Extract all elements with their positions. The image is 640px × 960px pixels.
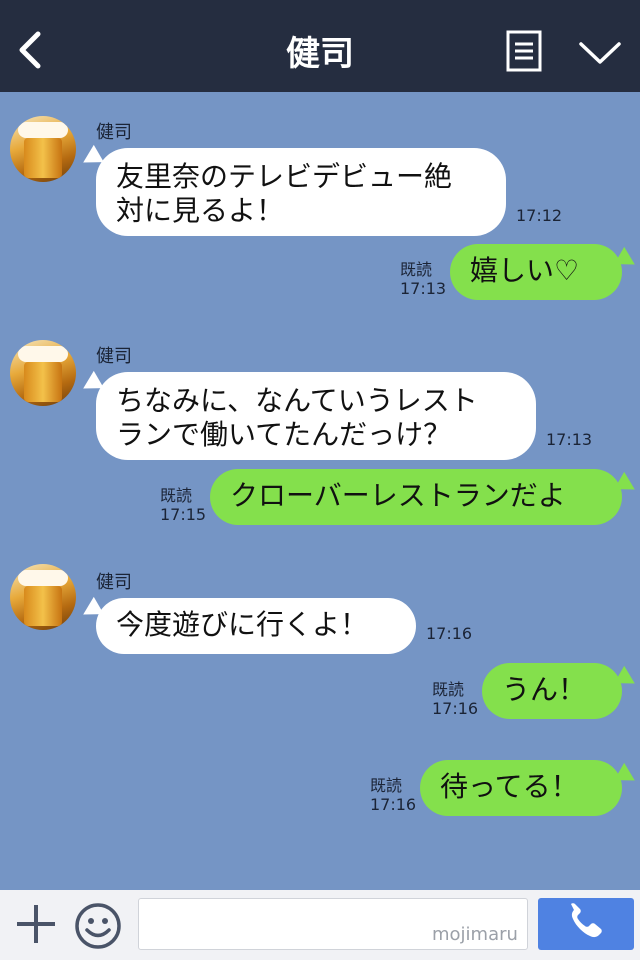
sender-name: 健司 [96,346,132,367]
sender-name: 健司 [96,122,132,143]
message-text: 対に見るよ！ [116,194,285,227]
message-text: うん！ [502,673,587,706]
message-bubble-incoming[interactable]: 今度遊びに行くよ！ [96,598,416,654]
message-time: 17:16 [432,699,479,718]
message-text: ちなみに、なんていうレスト [116,384,478,417]
read-label: 既読 [160,486,193,505]
message-time: 17:16 [370,795,417,814]
message-text: 今度遊びに行くよ！ [116,608,369,641]
emoji-icon[interactable] [74,902,122,950]
sender-name: 健司 [96,572,132,593]
message-bubble-outgoing[interactable]: うん！ [482,663,622,719]
message-text: 待ってる！ [440,770,579,803]
message-time: 17:16 [426,624,473,643]
chat-title: 健司 [286,34,354,74]
message-time: 17:12 [516,206,563,225]
message-bubble-outgoing[interactable]: 嬉しい♡ [450,244,622,300]
menu-icon[interactable] [506,30,542,72]
avatar[interactable] [10,116,76,182]
avatar[interactable] [10,564,76,630]
chat-area[interactable]: 健司 友里奈のテレビデビュー絶 対に見るよ！ 17:12 既読 17:13 嬉し… [0,92,640,890]
watermark-text: mojimaru [432,924,518,945]
read-label: 既読 [432,680,465,699]
message-bubble-outgoing[interactable]: クローバーレストランだよ [210,469,622,525]
read-label: 既読 [370,776,403,795]
input-bar: mojimaru [0,890,640,960]
message-time: 17:13 [546,430,593,449]
read-status: 既読 17:16 [432,680,478,718]
read-status: 既読 17:15 [160,486,206,524]
phone-icon [571,903,602,938]
read-label: 既読 [400,260,433,279]
message-bubble-incoming[interactable]: 友里奈のテレビデビュー絶 対に見るよ！ [96,148,506,236]
plus-icon[interactable] [14,902,58,946]
read-status: 既読 17:13 [400,260,446,298]
chevron-down-icon[interactable] [578,40,622,66]
message-time: 17:13 [400,279,447,298]
message-text: ランで働いてたんだっけ？ [116,418,452,451]
avatar[interactable] [10,340,76,406]
call-button[interactable] [538,898,634,950]
read-status: 既読 17:16 [370,776,416,814]
message-time: 17:15 [160,505,207,524]
message-text: 友里奈のテレビデビュー絶 [116,160,453,193]
message-text: 嬉しい♡ [470,254,580,287]
message-bubble-outgoing[interactable]: 待ってる！ [420,760,622,816]
message-bubble-incoming[interactable]: ちなみに、なんていうレスト ランで働いてたんだっけ？ [96,372,536,460]
message-text: クローバーレストランだよ [230,479,566,512]
header-bar: 健司 [0,6,640,92]
